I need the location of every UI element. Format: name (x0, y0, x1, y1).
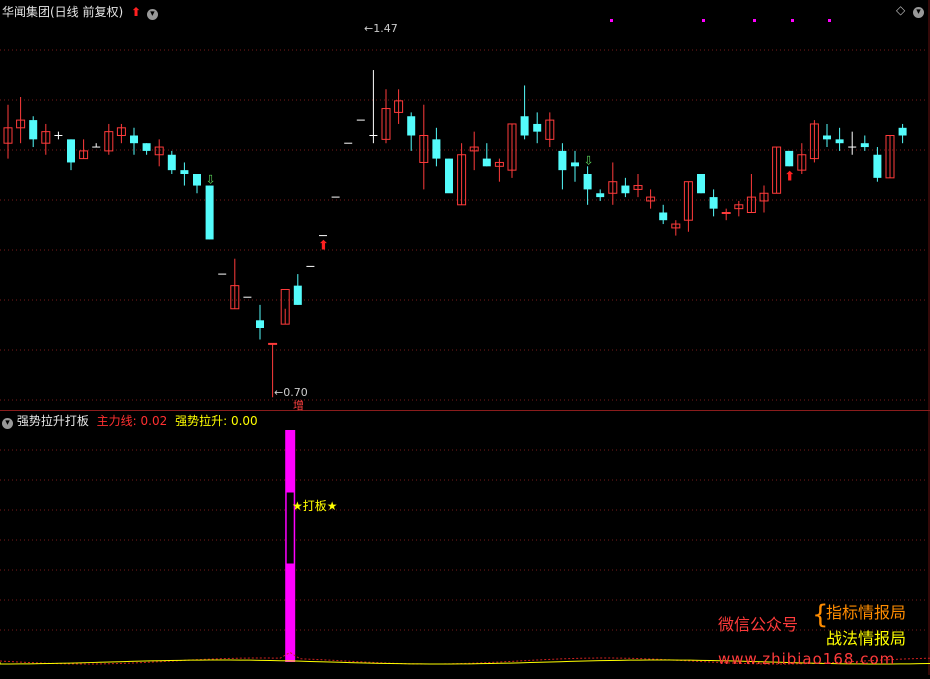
candle-body (67, 139, 75, 163)
candle-body (835, 139, 844, 144)
top-marker (610, 19, 613, 22)
top-marker (753, 19, 756, 22)
candle-body (709, 197, 718, 209)
candle-body (29, 120, 38, 140)
signal-label: ★打板★ (292, 499, 338, 513)
candle-body (558, 150, 567, 171)
stock-title: 华闻集团(日线 前复权) (2, 5, 124, 19)
candle-body (520, 116, 529, 136)
candle-body (130, 135, 138, 144)
high-price-value: 1.47 (373, 22, 398, 35)
diamond-icon[interactable]: ◇ (896, 3, 905, 17)
collapse-icon[interactable]: ▾ (2, 418, 13, 429)
candle-body (823, 135, 831, 140)
brand-name-1: 指标情报局 (826, 603, 907, 622)
candle-body (860, 143, 869, 148)
indicator-header[interactable]: ▾ 强势拉升打板 主力线: 0.02 强势拉升: 0.00 (2, 412, 258, 429)
top-marker (702, 19, 705, 22)
chart-title[interactable]: 华闻集团(日线 前复权) ⬆ ▾ (2, 3, 158, 20)
candle-body (533, 123, 542, 132)
candle-body (268, 342, 278, 345)
candle-body (142, 143, 151, 151)
candle-body (482, 158, 491, 167)
top-marker (791, 19, 794, 22)
sell-arrow-icon: ⇩ (206, 173, 216, 187)
candle-body (193, 174, 201, 186)
candle-body (205, 185, 214, 240)
chart-window: ⇩ ⬆ ⇩ ⬆ 华闻集团(日线 前复权) ⬆ ▾ ◇ ▾ ▾ 强势拉升打板 主力线: … (0, 0, 930, 675)
indicator-name: 强势拉升打板 (16, 414, 89, 428)
brand-name-2: 战法情报局 (826, 629, 907, 648)
candle-body (873, 154, 882, 178)
candle-body (445, 158, 453, 194)
watermark-url: www.zhibiao168.com (718, 650, 896, 668)
candle-body (621, 185, 630, 194)
buy-arrow-icon: ⬆ (318, 239, 329, 254)
top-marker (828, 19, 831, 22)
panel-separator[interactable] (0, 410, 930, 411)
candle-body (180, 170, 189, 174)
collapse-icon[interactable]: ▾ (146, 9, 158, 20)
surge-value: 0.00 (230, 414, 258, 428)
sell-arrow-icon: ⇩ (584, 153, 594, 167)
candle-body (697, 174, 705, 194)
candle-body (721, 212, 731, 214)
candle-body (167, 154, 176, 171)
candle-body (583, 174, 592, 190)
candle-body (256, 320, 264, 328)
surge-label: 强势拉升: (175, 414, 228, 428)
wechat-label: 微信公众号 (718, 615, 799, 634)
main-line-value: 0.02 (140, 414, 168, 428)
chart-svg: ⇩ ⬆ ⇩ ⬆ (0, 0, 930, 675)
candle-body (898, 127, 907, 136)
settings-circle-icon[interactable]: ▾ (913, 7, 924, 18)
high-price-label: ←1.47 (364, 22, 398, 35)
candle-body (785, 150, 794, 167)
main-line-label: 主力线: (96, 414, 137, 428)
candle-body (596, 193, 605, 198)
candle-body (571, 162, 579, 167)
candle-body (293, 285, 302, 305)
candle-body (432, 139, 441, 159)
increase-marker: 增 (293, 399, 304, 412)
buy-arrow-icon: ⬆ (784, 169, 795, 184)
candle-body (659, 212, 668, 221)
candle-body (407, 116, 416, 136)
red-up-arrow-icon: ⬆ (131, 5, 142, 19)
